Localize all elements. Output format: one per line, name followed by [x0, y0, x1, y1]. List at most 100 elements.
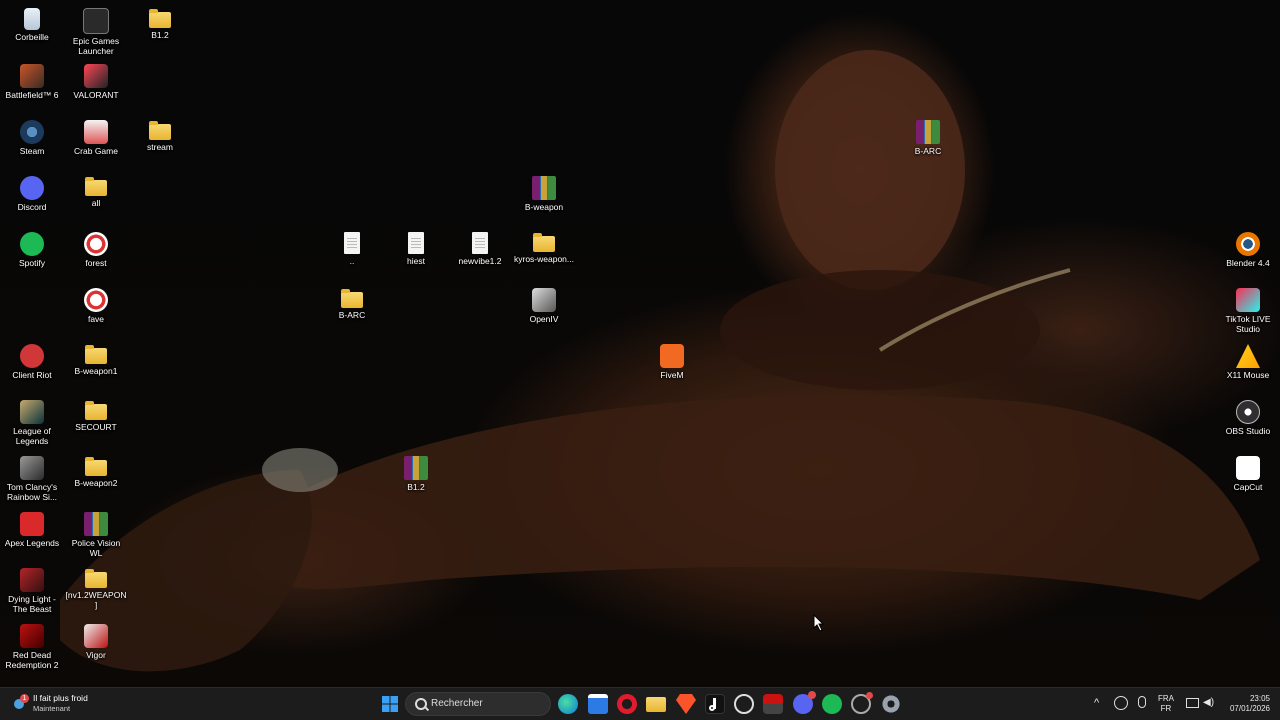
- league-icon: [20, 400, 44, 424]
- tiktok-icon[interactable]: [705, 694, 725, 714]
- desktop-icon-label: Spotify: [19, 258, 45, 268]
- network-icon[interactable]: [1186, 698, 1199, 708]
- file-explorer-icon[interactable]: [646, 697, 666, 712]
- desktop-icon-b1-2-archive[interactable]: B1.2: [385, 453, 447, 492]
- opera-icon[interactable]: [617, 694, 637, 714]
- desktop-icon-label: VALORANT: [73, 90, 119, 100]
- volume-icon[interactable]: ◀): [1203, 697, 1214, 708]
- weather-alert-badge: 1: [20, 694, 29, 703]
- folder-icon: [341, 289, 363, 308]
- desktop-icon-recycle-bin[interactable]: Corbeille: [1, 5, 63, 42]
- start-button[interactable]: [380, 694, 400, 714]
- arc-icon[interactable]: [851, 692, 873, 714]
- discord-taskbar-icon[interactable]: [793, 691, 816, 714]
- desktop-icon-valorant[interactable]: VALORANT: [65, 61, 127, 100]
- desktop-icon-label: B-weapon: [524, 202, 564, 212]
- desktop-icon-label: Battlefield™ 6: [5, 90, 59, 100]
- desktop-icon-openiv[interactable]: OpenIV: [513, 285, 575, 324]
- fivem-icon: [660, 344, 684, 368]
- recycle-bin-icon: [24, 8, 40, 30]
- clock[interactable]: 23:05 07/01/2026: [1226, 694, 1270, 714]
- desktop-icon-label: Vigor: [86, 650, 106, 660]
- desktop-icon-label: FiveM: [660, 370, 684, 380]
- desktop-icon-label: hiest: [407, 256, 425, 266]
- gear-icon[interactable]: [881, 694, 901, 714]
- desktop-icon-b1-2-folder[interactable]: B1.2: [129, 5, 191, 40]
- desktop-icon-epic-games[interactable]: Epic Games Launcher: [65, 5, 127, 56]
- desktop-icon-kyros-weapon[interactable]: kyros-weapon...: [513, 229, 575, 264]
- folder-icon: [85, 401, 107, 420]
- desktop-icon-fave[interactable]: fave: [65, 285, 127, 324]
- store-icon[interactable]: [588, 694, 608, 714]
- desktop-icon-label: Crab Game: [74, 146, 118, 156]
- desktop-icon-apex-legends[interactable]: Apex Legends: [1, 509, 63, 548]
- battlefield-icon: [20, 64, 44, 88]
- windows-logo-icon: [382, 696, 398, 712]
- tray-app-icon[interactable]: [1114, 696, 1128, 710]
- desktop-icon-label: League of Legends: [13, 426, 51, 446]
- brave-icon[interactable]: [676, 694, 696, 714]
- apex-icon: [20, 512, 44, 536]
- edge-icon[interactable]: [558, 694, 578, 714]
- desktop-icon-fivem[interactable]: FiveM: [641, 341, 703, 380]
- desktop-icon-label: B-ARC: [914, 146, 942, 156]
- desktop-icon-x11-mouse[interactable]: X11 Mouse: [1217, 341, 1279, 380]
- desktop-icon-battlefield[interactable]: Battlefield™ 6: [1, 61, 63, 100]
- desktop-icon-crab-game[interactable]: Crab Game: [65, 117, 127, 156]
- desktop-icon-label: fave: [87, 314, 105, 324]
- desktop-icon-client-riot[interactable]: Client Riot: [1, 341, 63, 380]
- desktop-icon-discord[interactable]: Discord: [1, 173, 63, 212]
- weather-subtitle: Maintenant: [33, 704, 71, 713]
- desktop-icon-blender[interactable]: Blender 4.4: [1217, 229, 1279, 268]
- desktop-icon-label: SECOURT: [75, 422, 117, 432]
- desktop-icon-hiest[interactable]: hiest: [385, 229, 447, 266]
- language-indicator[interactable]: FRA FR: [1158, 694, 1174, 714]
- desktop-icon-label: newvibe1.2: [458, 256, 502, 266]
- valorant-icon: [84, 64, 108, 88]
- desktop-icon-dotdot[interactable]: ..: [321, 229, 383, 266]
- search-icon: [415, 698, 427, 710]
- chevron-up-icon[interactable]: ^: [1094, 697, 1099, 709]
- desktop-icon-tiktok-live-studio[interactable]: TikTok LIVE Studio: [1217, 285, 1279, 334]
- folder-icon: [85, 345, 107, 364]
- desktop-icon-stream[interactable]: stream: [129, 117, 191, 152]
- spotify-taskbar-icon[interactable]: [822, 694, 842, 714]
- desktop-icon-label: CapCut: [1233, 482, 1263, 492]
- desktop-icon-b-arc-archive[interactable]: B-ARC: [897, 117, 959, 156]
- desktop-icon-newvibe1-2[interactable]: newvibe1.2: [449, 229, 511, 266]
- desktop-icon-label: ..: [349, 256, 355, 266]
- desktop-icon-vigor[interactable]: Vigor: [65, 621, 127, 660]
- desktop-icon-forest[interactable]: forest: [65, 229, 127, 268]
- desktop-icon-secourt[interactable]: SECOURT: [65, 397, 127, 432]
- folder-icon: [85, 457, 107, 476]
- desktop-icon-rainbow-six[interactable]: Tom Clancy's Rainbow Si...: [1, 453, 63, 502]
- circle-q-icon[interactable]: [734, 694, 754, 714]
- discord-icon: [20, 176, 44, 200]
- desktop-icon-obs-studio[interactable]: OBS Studio: [1217, 397, 1279, 436]
- desktop-icon-capcut[interactable]: CapCut: [1217, 453, 1279, 492]
- microphone-icon[interactable]: [1138, 696, 1146, 708]
- desktop-icon-police-vision-wl[interactable]: Police Vision WL: [65, 509, 127, 558]
- desktop-icon-nv1-2weapon[interactable]: [nv1.2WEAPON]: [65, 565, 127, 610]
- desktop-icon-b-arc-folder[interactable]: B-ARC: [321, 285, 383, 320]
- desktop-icon-steam[interactable]: Steam: [1, 117, 63, 156]
- desktop-icon-league-of-legends[interactable]: League of Legends: [1, 397, 63, 446]
- desktop-icon-label: [nv1.2WEAPON]: [65, 590, 127, 610]
- desktop-icon-label: OBS Studio: [1225, 426, 1271, 436]
- desktop-icon-b-weapon[interactable]: B-weapon: [513, 173, 575, 212]
- desktop-icon-spotify[interactable]: Spotify: [1, 229, 63, 268]
- desktop-icon-b-weapon1[interactable]: B-weapon1: [65, 341, 127, 376]
- archive-icon: [84, 512, 108, 536]
- desktop-icon-all[interactable]: all: [65, 173, 127, 208]
- voicemeeter-icon[interactable]: [763, 694, 783, 714]
- desktop-icon-dying-light[interactable]: Dying Light - The Beast: [1, 565, 63, 614]
- wallpaper-figure: [60, 50, 1260, 672]
- x11-mouse-icon: [1236, 344, 1260, 368]
- desktop-icon-label: Red Dead Redemption 2: [5, 650, 59, 670]
- desktop-icon-b-weapon2[interactable]: B-weapon2: [65, 453, 127, 488]
- desktop-icon-red-dead-redemption-2[interactable]: Red Dead Redemption 2: [1, 621, 63, 670]
- taskbar-search-box[interactable]: Rechercher: [405, 692, 551, 716]
- folder-icon: [149, 121, 171, 140]
- steam-icon: [20, 120, 44, 144]
- rdr2-icon: [20, 624, 44, 648]
